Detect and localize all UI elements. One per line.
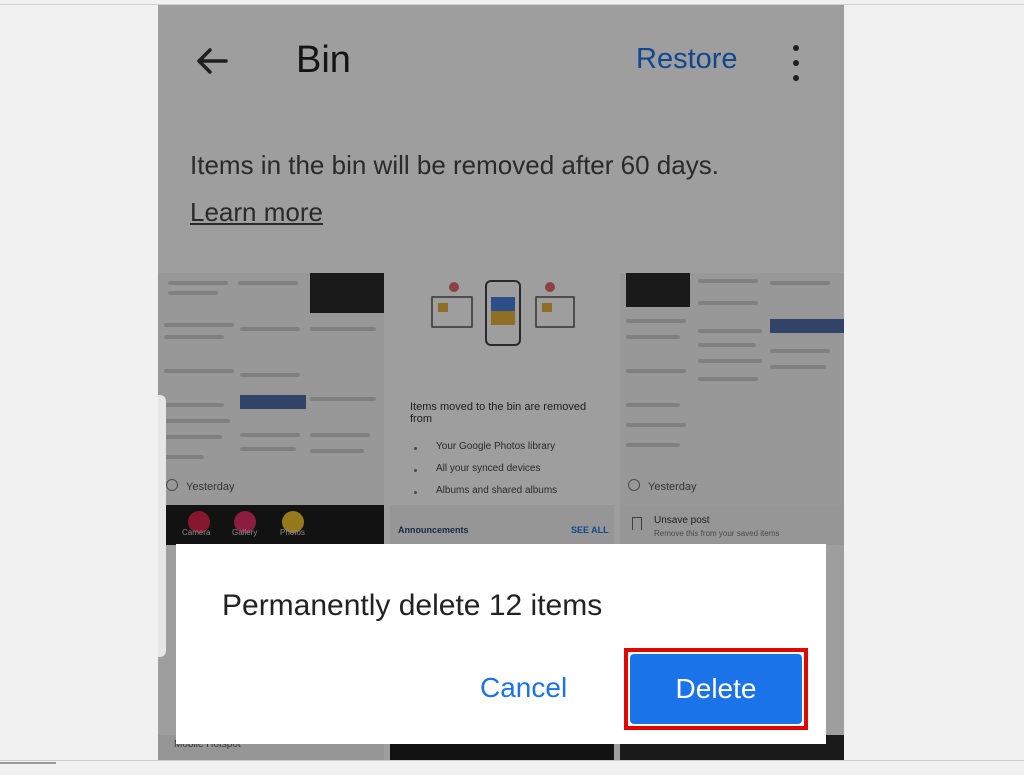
scroll-indicator bbox=[0, 762, 56, 775]
dialog-message: Permanently delete 12 items bbox=[222, 589, 603, 622]
cancel-button[interactable]: Cancel bbox=[480, 672, 567, 704]
delete-confirm-dialog: Permanently delete 12 items Cancel Delet… bbox=[176, 544, 826, 744]
delete-button[interactable]: Delete bbox=[630, 654, 802, 724]
bottom-border bbox=[0, 760, 1024, 761]
phone-screen: Bin Restore Items in the bin will be rem… bbox=[158, 5, 844, 760]
edge-handle[interactable] bbox=[158, 395, 166, 657]
